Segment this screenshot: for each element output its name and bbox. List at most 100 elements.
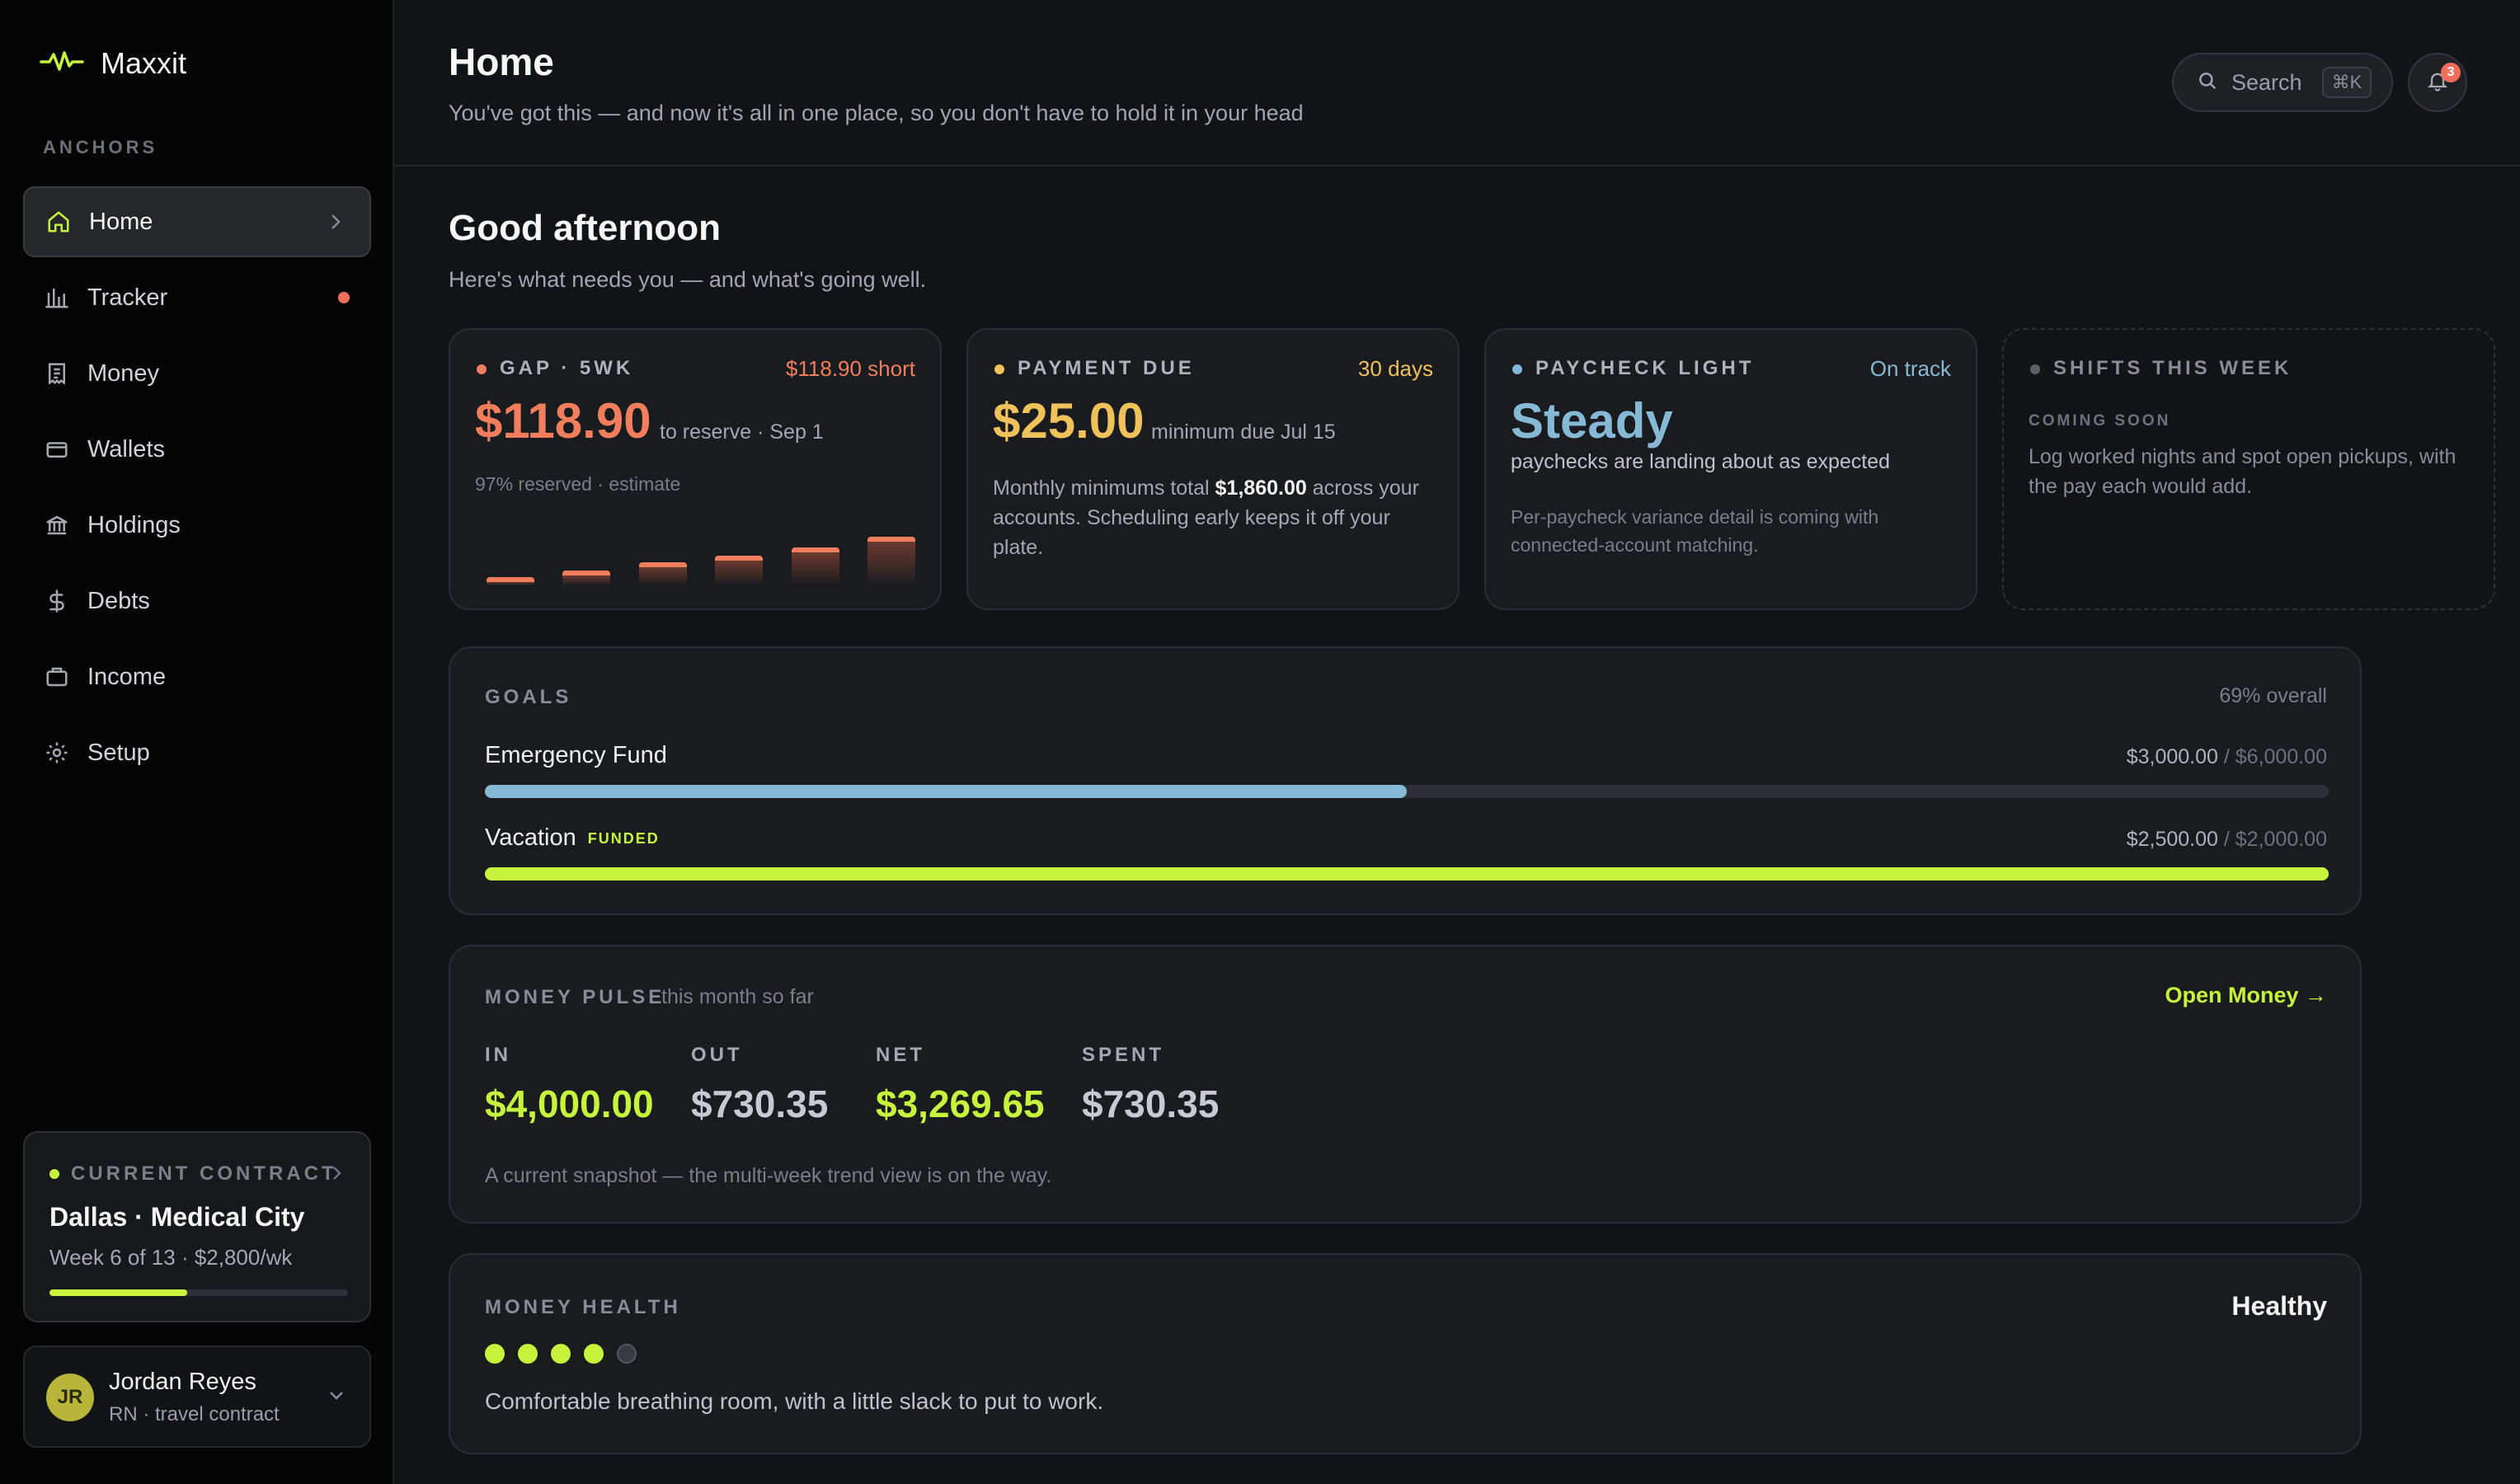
briefcase-icon [43,663,71,691]
page-header: Home You've got this — and now it's all … [394,0,2520,167]
gap-bar [791,547,839,585]
panel-label: MONEY HEALTH [485,1296,681,1318]
user-menu[interactable]: JR Jordan Reyes RN · travel contract [23,1345,371,1448]
health-dot [584,1344,604,1364]
panel-label: GOALS [485,686,572,708]
funded-badge: FUNDED [587,829,660,847]
sidebar-item-money[interactable]: Money [23,338,371,409]
open-money-link[interactable]: Open Money → [2165,983,2327,1008]
home-icon [45,208,73,236]
goal-name: Vacation FUNDED [485,824,660,851]
payment-note: minimum due Jul 15 [1151,420,1336,444]
paycheck-light-card[interactable]: PAYCHECK LIGHT On track Steady paychecks… [1484,328,1977,610]
main-nav: Home Tracker Money Wallets Holdings Debt… [23,186,371,793]
health-dot [518,1344,538,1364]
bank-icon [43,511,71,539]
stat-out: OUT $730.35 [691,1044,829,1125]
contract-progress-fill [49,1289,187,1296]
goal-progress-fill [485,785,1407,798]
sidebar-item-holdings[interactable]: Holdings [23,490,371,561]
sidebar-item-label: Home [89,208,153,235]
goal-progress [485,785,2329,798]
goal-progress [485,867,2329,881]
goal-progress-fill [485,867,2329,881]
payment-amount: $25.00 [993,393,1145,448]
brand[interactable]: Maxxit [40,46,186,81]
search-label: Search [2231,69,2302,95]
sidebar-item-home[interactable]: Home [23,186,371,257]
health-score-dots [485,1344,637,1364]
goal-amount: $3,000.00 / $6,000.00 [2126,745,2327,768]
health-dot [485,1344,505,1364]
payment-description: Monthly minimums total $1,860.00 across … [993,477,1419,559]
money-pulse-panel: MONEY PULSE this month so far Open Money… [449,945,2362,1223]
pulse-note: A current snapshot — the multi-week tren… [485,1164,1052,1187]
health-note: Comfortable breathing room, with a littl… [485,1388,1104,1414]
gap-status: $118.90 short [785,356,915,381]
greeting-subtitle: Here's what needs you — and what's going… [449,267,927,292]
gap-card[interactable]: GAP · 5WK $118.90 short $118.90 to reser… [449,328,942,610]
user-role: RN · travel contract [109,1403,280,1425]
sidebar-item-tracker[interactable]: Tracker [23,262,371,333]
notification-count: 3 [2441,63,2461,82]
health-dot [617,1344,637,1364]
sidebar-item-label: Money [87,359,160,387]
avatar: JR [46,1374,94,1421]
goal-amount: $2,500.00 / $2,000.00 [2126,828,2327,851]
card-label: PAYCHECK LIGHT [1535,357,1755,379]
card-label: GAP · 5WK [500,357,634,379]
health-dot [551,1344,571,1364]
sidebar: Maxxit ANCHORS Home Tracker Money Wallet… [0,0,394,1484]
sidebar-item-wallets[interactable]: Wallets [23,414,371,485]
payment-due-card[interactable]: PAYMENT DUE 30 days $25.00 minimum due J… [966,328,1460,610]
sidebar-item-label: Holdings [87,511,181,538]
alert-dot [338,292,350,303]
chevron-right-icon [327,211,345,239]
contract-label: CURRENT CONTRACT [71,1162,337,1185]
status-dot [1512,364,1522,374]
user-name: Jordan Reyes [109,1369,256,1395]
search-icon [2197,70,2218,96]
gap-note: to reserve · Sep 1 [660,420,824,444]
brand-name: Maxxit [101,46,187,80]
paycheck-amount: Steady [1511,393,1673,448]
coming-soon-tag: COMING SOON [2029,412,2171,430]
keyboard-shortcut: ⌘K [2321,67,2372,98]
greeting: Good afternoon [449,208,721,248]
sidebar-item-label: Wallets [87,435,165,463]
status-dot [477,364,487,374]
sidebar-item-label: Income [87,663,167,690]
card-label: PAYMENT DUE [1018,357,1195,379]
money-health-panel: MONEY HEALTH Healthy Comfortable breathi… [449,1253,2362,1454]
goals-overall: 69% overall [2219,684,2327,707]
contract-progress [49,1289,348,1296]
gap-bar [715,555,764,585]
current-contract-card[interactable]: CURRENT CONTRACT Dallas · Medical City W… [23,1131,371,1322]
page-title: Home [449,40,554,83]
stat-spent: SPENT $730.35 [1082,1044,1220,1125]
sidebar-item-debts[interactable]: Debts [23,566,371,636]
notifications-button[interactable]: 3 [2408,53,2467,112]
sidebar-item-label: Debts [87,587,150,614]
gap-bar [487,577,534,585]
pulse-period: this month so far [661,985,814,1008]
sidebar-item-label: Tracker [87,284,168,311]
sidebar-item-setup[interactable]: Setup [23,717,371,788]
paycheck-status: On track [1869,356,1951,381]
stat-in: IN $4,000.00 [485,1044,654,1125]
contract-title: Dallas · Medical City [49,1202,305,1232]
gap-bar-chart [487,518,915,585]
gap-bar [867,536,915,585]
gap-meta: 97% reserved · estimate [475,473,681,495]
search-button[interactable]: Search ⌘K [2172,53,2393,112]
nav-section-label: ANCHORS [43,137,158,157]
receipt-icon [43,359,71,387]
sidebar-item-income[interactable]: Income [23,641,371,712]
page-subtitle: You've got this — and now it's all in on… [449,101,1304,125]
shifts-card: SHIFTS THIS WEEK COMING SOON Log worked … [2002,328,2495,610]
goal-name: Emergency Fund [485,742,667,768]
gap-bar [562,570,611,585]
paycheck-note: paychecks are landing about as expected [1511,450,1891,473]
paycheck-detail: Per-paycheck variance detail is coming w… [1511,506,1879,556]
pulse-logo-icon [40,49,84,78]
